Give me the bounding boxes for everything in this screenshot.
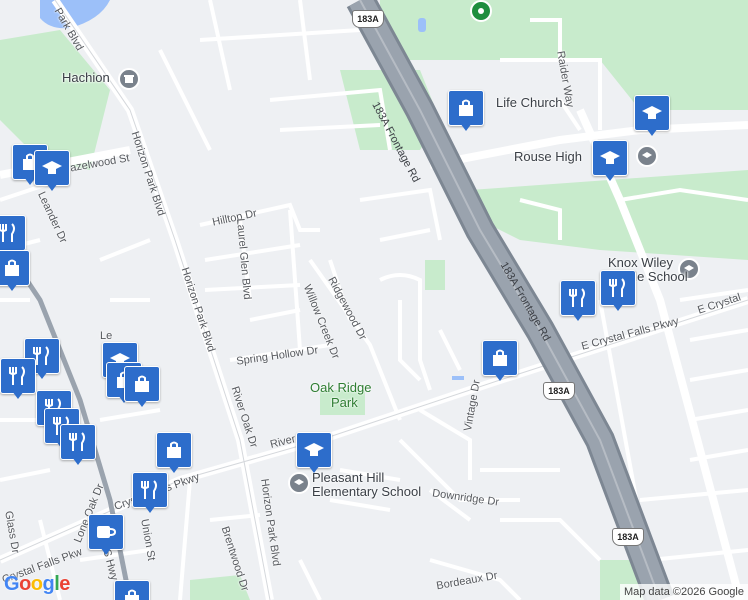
restaurant-marker[interactable] bbox=[60, 424, 96, 468]
logo-letter: G bbox=[4, 573, 20, 595]
school-icon[interactable] bbox=[678, 258, 700, 280]
small-pond bbox=[418, 18, 426, 32]
restaurant-marker[interactable] bbox=[0, 358, 36, 402]
shopping-bag-icon bbox=[482, 340, 518, 376]
logo-letter: g bbox=[42, 573, 55, 595]
shopping-bag-marker[interactable] bbox=[156, 432, 192, 476]
shopping-bag-marker[interactable] bbox=[482, 340, 518, 384]
highway-shield-183a: 183A bbox=[612, 528, 644, 546]
store-icon[interactable] bbox=[118, 68, 140, 90]
graduation-cap-icon bbox=[296, 432, 332, 468]
shopping-bag-marker[interactable] bbox=[448, 90, 484, 134]
fork-knife-icon bbox=[0, 358, 36, 394]
school-marker[interactable] bbox=[296, 432, 332, 476]
shopping-bag-marker[interactable] bbox=[124, 366, 160, 410]
shopping-bag-marker[interactable] bbox=[0, 250, 30, 294]
cafe-marker[interactable] bbox=[88, 514, 124, 558]
school-marker[interactable] bbox=[634, 95, 670, 139]
shopping-bag-icon bbox=[114, 580, 150, 600]
map-data-credit[interactable]: Map data ©2026 Google bbox=[619, 584, 748, 600]
shopping-bag-icon bbox=[124, 366, 160, 402]
graduation-cap-icon bbox=[34, 150, 70, 186]
map-canvas[interactable]: 183A 183A 183A 183A Frontage Rd 183A Fro… bbox=[0, 0, 748, 600]
shopping-bag-icon bbox=[156, 432, 192, 468]
graduation-cap-icon bbox=[634, 95, 670, 131]
school-marker[interactable] bbox=[592, 140, 628, 184]
fork-knife-icon bbox=[60, 424, 96, 460]
highway-shield-183a: 183A bbox=[352, 10, 384, 28]
restaurant-marker[interactable] bbox=[600, 270, 636, 314]
restaurant-marker[interactable] bbox=[132, 472, 168, 516]
logo-letter: o bbox=[19, 573, 31, 595]
shopping-bag-icon bbox=[448, 90, 484, 126]
small-pond-2 bbox=[452, 376, 464, 380]
fork-knife-icon bbox=[600, 270, 636, 306]
graduation-cap-icon bbox=[592, 140, 628, 176]
restaurant-marker[interactable] bbox=[560, 280, 596, 324]
logo-letter: o bbox=[30, 573, 43, 595]
fork-knife-icon bbox=[0, 215, 26, 251]
school-icon[interactable] bbox=[636, 145, 658, 167]
coffee-cup-icon bbox=[88, 514, 124, 550]
school-marker[interactable] bbox=[34, 150, 70, 194]
fork-knife-icon bbox=[132, 472, 168, 508]
park-icon[interactable] bbox=[470, 0, 492, 22]
logo-letter: e bbox=[59, 573, 70, 595]
shopping-bag-icon bbox=[0, 250, 30, 286]
highway-shield-183a: 183A bbox=[543, 382, 575, 400]
shopping-bag-marker[interactable] bbox=[114, 580, 150, 600]
park-area-south bbox=[190, 575, 250, 600]
park-area-small bbox=[425, 260, 445, 290]
google-logo[interactable]: Google bbox=[4, 573, 70, 596]
fork-knife-icon bbox=[560, 280, 596, 316]
oak-ridge-park-area bbox=[320, 390, 365, 415]
